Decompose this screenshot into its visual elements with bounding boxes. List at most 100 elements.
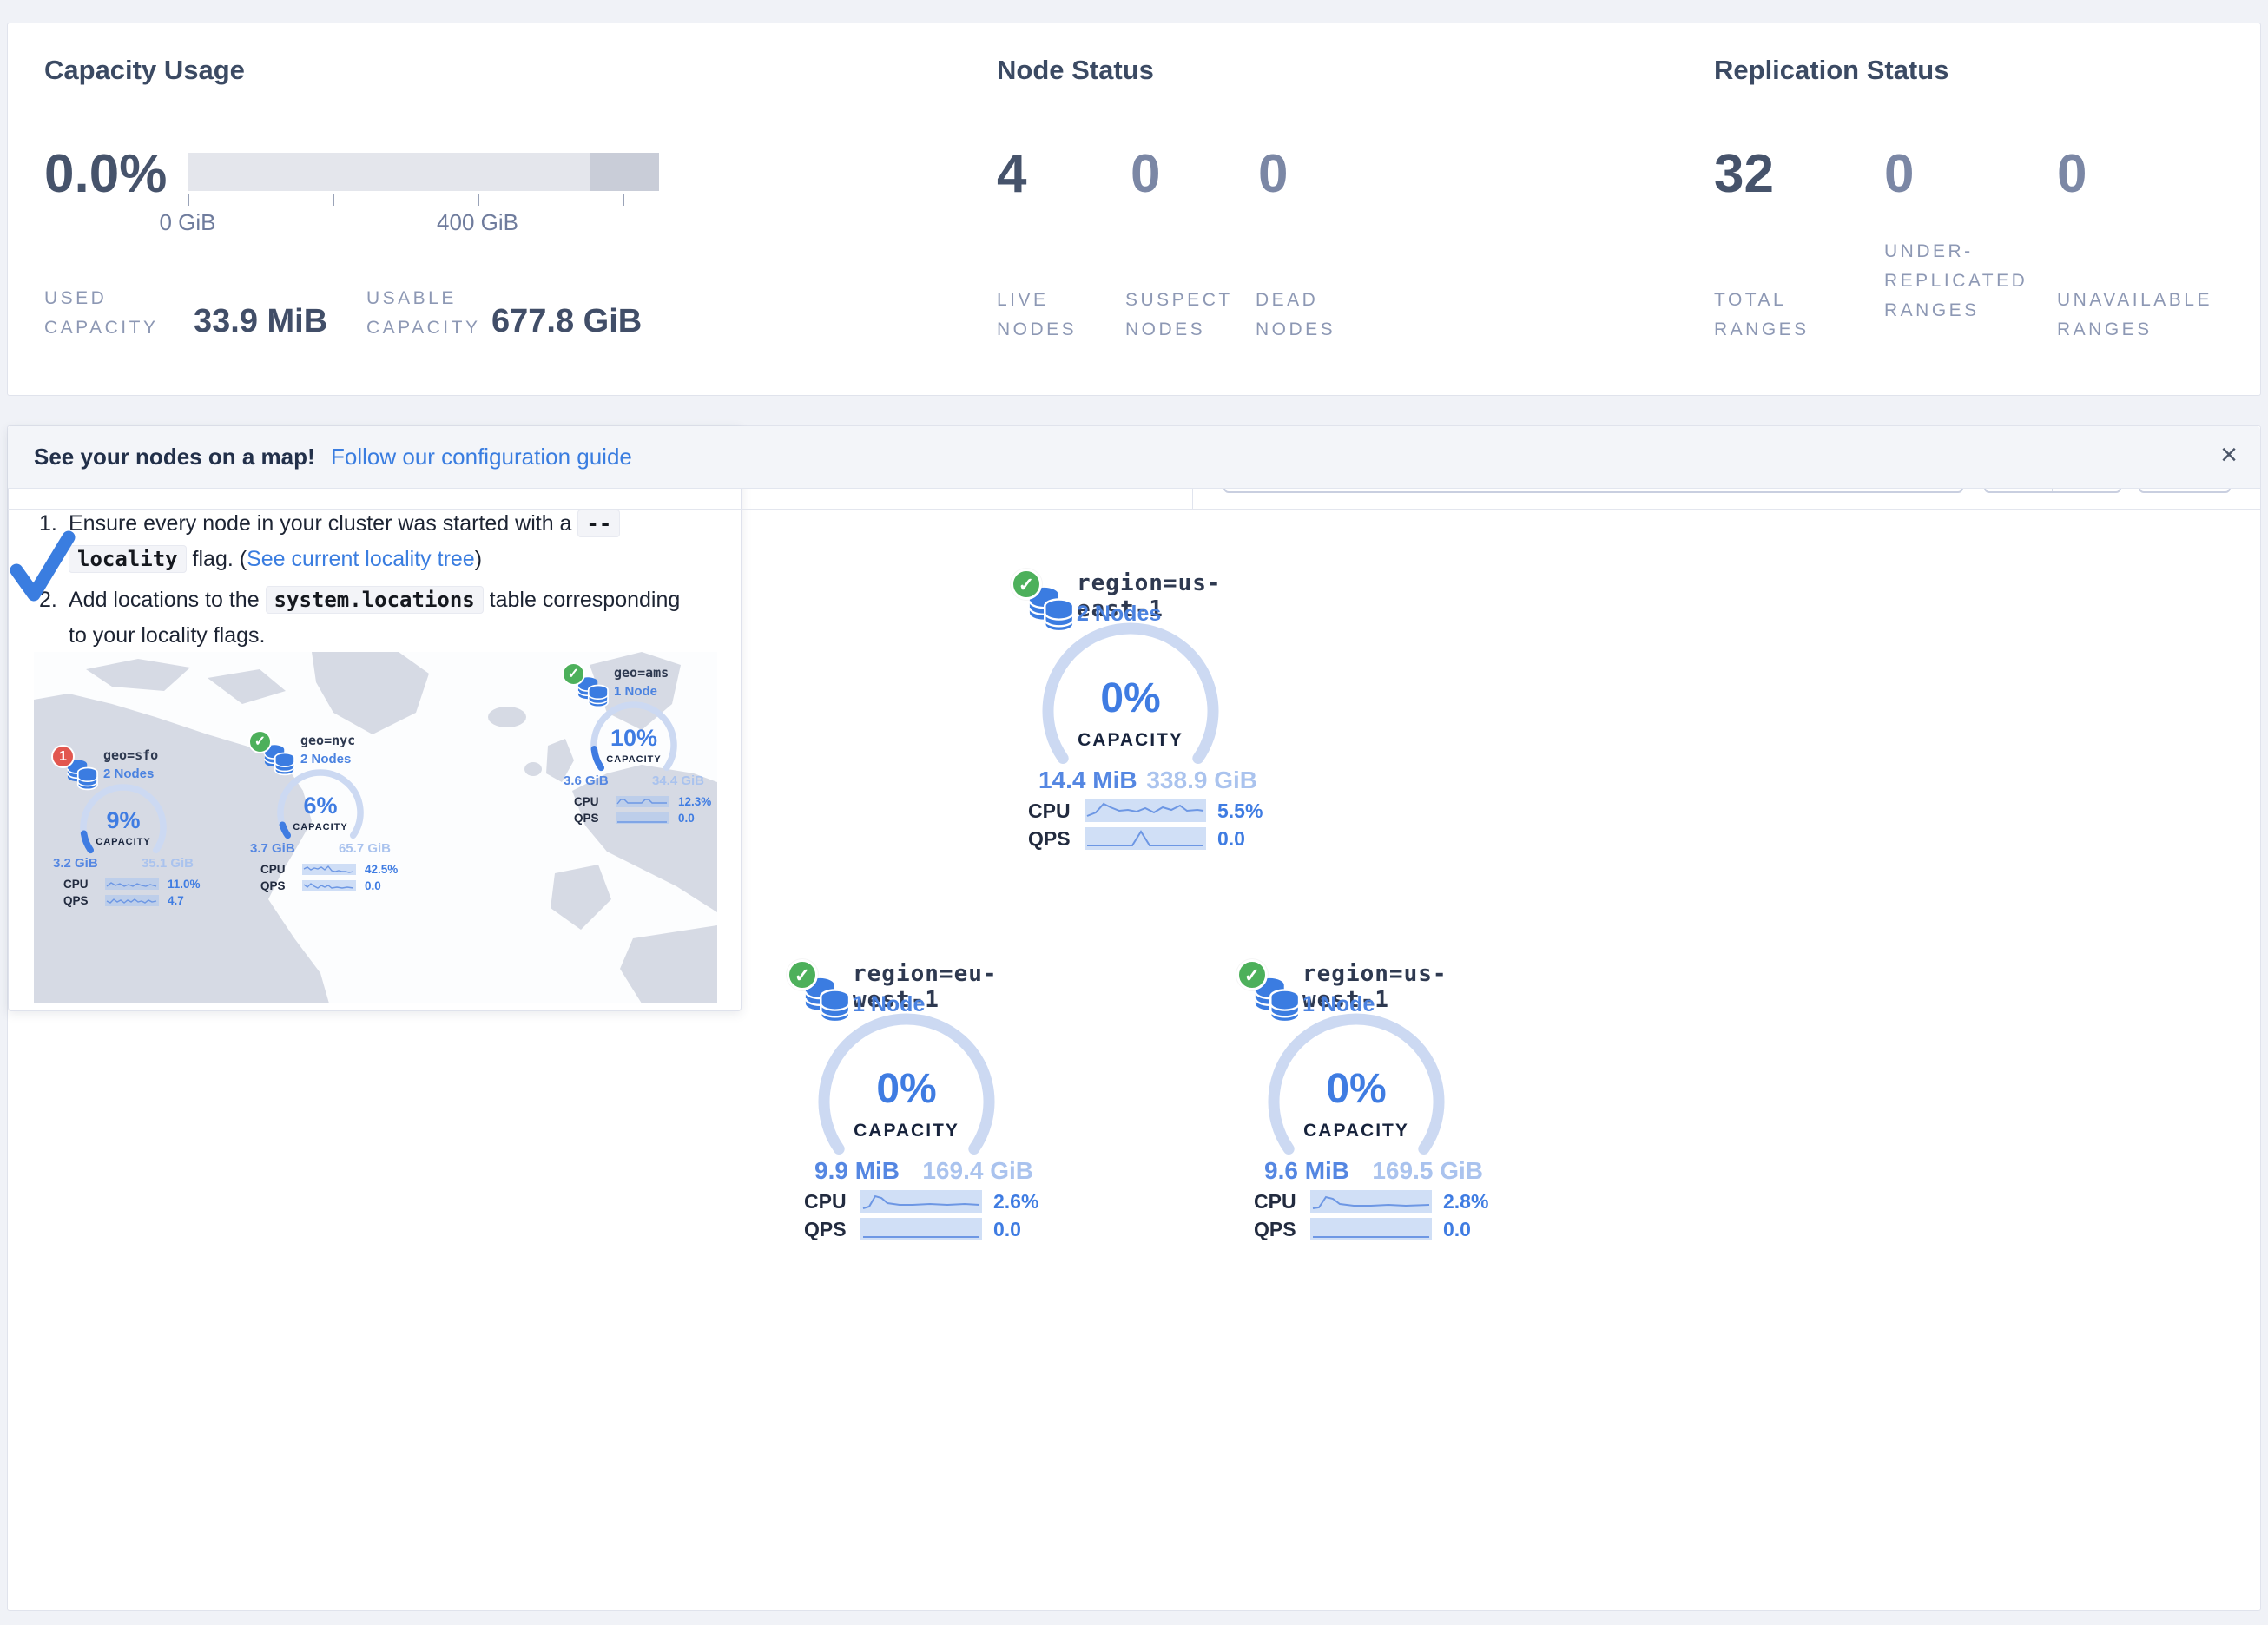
popup-title: See your nodes on a map! — [34, 444, 315, 470]
cpu-sparkline — [1085, 799, 1206, 822]
qps-sparkline — [105, 895, 159, 906]
cpu-label: CPU — [63, 878, 89, 891]
node-map-config-popup: See your nodes on a map! Follow our conf… — [8, 426, 742, 1011]
close-icon[interactable]: × — [2220, 438, 2238, 472]
step-text-part: ) — [475, 547, 482, 571]
cpu-label: CPU — [574, 795, 599, 808]
capacity-tick — [333, 194, 334, 206]
cpu-label: CPU — [260, 863, 286, 876]
cpu-value: 42.5% — [365, 863, 398, 876]
capacity-tick-label: 0 GiB — [159, 209, 215, 236]
qps-sparkline — [1310, 1218, 1432, 1240]
total-capacity: 169.4 GiB — [922, 1157, 1033, 1185]
status-ok-icon: ✓ — [248, 730, 272, 753]
capacity-percent: 0% — [1035, 674, 1226, 722]
status-ok-icon: ✓ — [562, 662, 585, 686]
configuration-guide-link[interactable]: Follow our configuration guide — [331, 444, 632, 470]
popup-header: See your nodes on a map! Follow our conf… — [8, 426, 2260, 489]
total-capacity: 338.9 GiB — [1146, 766, 1257, 794]
used-capacity-label: USED CAPACITY — [44, 284, 183, 343]
status-ok-icon: ✓ — [1236, 959, 1268, 990]
used-capacity: 3.2 GiB — [53, 856, 98, 871]
total-capacity: 65.7 GiB — [339, 841, 391, 856]
under-replicated-count: 0 — [1884, 143, 1914, 205]
cluster-summary-panel: Capacity Usage 0.0% 0 GiB 400 GiB USED C… — [7, 23, 2261, 396]
total-capacity: 169.5 GiB — [1372, 1157, 1483, 1185]
step-text-part: Add locations to the — [69, 588, 266, 612]
capacity-caption: CAPACITY — [67, 837, 180, 847]
cpu-sparkline — [302, 864, 356, 875]
used-capacity: 3.7 GiB — [250, 841, 295, 856]
status-ok-icon: ✓ — [1011, 569, 1042, 600]
capacity-usage-title: Capacity Usage — [44, 55, 245, 86]
locality-group-us-east-1: ✓ region=us-east-1 2 Nodes 0% CAPACITY 1… — [993, 563, 1271, 859]
mini-world-map: 1 geo=sfo 2 Nodes 9% CAPACITY — [34, 652, 717, 1003]
qps-value: 0.0 — [365, 879, 381, 892]
cpu-sparkline — [1310, 1190, 1432, 1213]
cpu-value: 11.0% — [168, 878, 201, 891]
qps-value: 4.7 — [168, 894, 184, 907]
usable-capacity-value: 677.8 GiB — [491, 303, 642, 340]
total-capacity: 35.1 GiB — [142, 856, 194, 871]
capacity-tick-label: 400 GiB — [437, 209, 518, 236]
live-nodes-count: 4 — [997, 143, 1026, 205]
step-text-part: flag. ( — [187, 547, 247, 571]
capacity-caption: CAPACITY — [1261, 1121, 1452, 1141]
cpu-label: CPU — [1254, 1190, 1296, 1214]
qps-sparkline — [1085, 827, 1206, 850]
code-chip: locality — [69, 545, 187, 573]
qps-sparkline — [860, 1218, 982, 1240]
capacity-percent: 9% — [67, 807, 180, 834]
geo-title: geo=nyc — [300, 733, 355, 748]
used-capacity: 9.6 MiB — [1264, 1157, 1349, 1185]
capacity-tick — [623, 194, 624, 206]
locality-tree-link[interactable]: See current locality tree — [247, 547, 475, 571]
step-done-check-icon — [10, 530, 76, 603]
qps-sparkline — [302, 880, 356, 891]
dead-nodes-label: DEAD NODES — [1256, 286, 1377, 345]
capacity-caption: CAPACITY — [1035, 730, 1226, 751]
status-error-badge: 1 — [51, 745, 75, 768]
used-capacity: 9.9 MiB — [814, 1157, 900, 1185]
suspect-nodes-label: SUSPECT NODES — [1125, 286, 1264, 345]
geo-title: geo=ams — [614, 665, 669, 681]
capacity-bar — [188, 153, 659, 191]
total-capacity: 34.4 GiB — [652, 773, 704, 788]
capacity-percent: 0% — [1261, 1065, 1452, 1113]
total-ranges-label: TOTAL RANGES — [1714, 286, 1853, 345]
locality-group-eu-west-1: ✓ region=eu-west-1 1 Node 0% CAPACITY 9.… — [769, 954, 1047, 1249]
cpu-value: 5.5% — [1217, 799, 1263, 823]
cpu-label: CPU — [804, 1190, 847, 1214]
config-step-1: 1. Ensure every node in your cluster was… — [39, 506, 716, 577]
capacity-percent: 0% — [811, 1065, 1002, 1113]
code-chip: -- — [577, 510, 620, 537]
qps-label: QPS — [1028, 827, 1071, 851]
qps-label: QPS — [574, 812, 599, 825]
capacity-caption: CAPACITY — [577, 754, 690, 765]
geo-title: geo=sfo — [103, 747, 158, 763]
qps-value: 0.0 — [1443, 1218, 1471, 1241]
qps-sparkline — [616, 812, 669, 824]
node-status-title: Node Status — [997, 55, 1154, 86]
qps-value: 0.0 — [993, 1218, 1021, 1241]
total-ranges-count: 32 — [1714, 143, 1774, 205]
capacity-tick — [188, 194, 189, 206]
config-steps: 1. Ensure every node in your cluster was… — [39, 506, 716, 659]
cpu-value: 12.3% — [678, 795, 711, 808]
locality-group-us-west-1: ✓ region=us-west-1 1 Node 0% CAPACITY 9.… — [1219, 954, 1497, 1249]
cpu-value: 2.8% — [1443, 1190, 1488, 1214]
used-capacity-value: 33.9 MiB — [194, 303, 327, 340]
code-chip: system.locations — [266, 586, 484, 614]
unavailable-ranges-count: 0 — [2057, 143, 2087, 205]
used-capacity: 14.4 MiB — [1038, 766, 1137, 794]
capacity-caption: CAPACITY — [811, 1121, 1002, 1141]
capacity-bar-reserved-segment — [590, 153, 659, 191]
dead-nodes-count: 0 — [1258, 143, 1288, 205]
step-text: Add locations to the system.locations ta… — [69, 582, 699, 654]
replication-status-title: Replication Status — [1714, 55, 1948, 86]
cpu-value: 2.6% — [993, 1190, 1038, 1214]
cpu-sparkline — [860, 1190, 982, 1213]
step-text: Ensure every node in your cluster was st… — [69, 506, 699, 577]
capacity-tick — [478, 194, 479, 206]
status-ok-icon: ✓ — [787, 959, 818, 990]
